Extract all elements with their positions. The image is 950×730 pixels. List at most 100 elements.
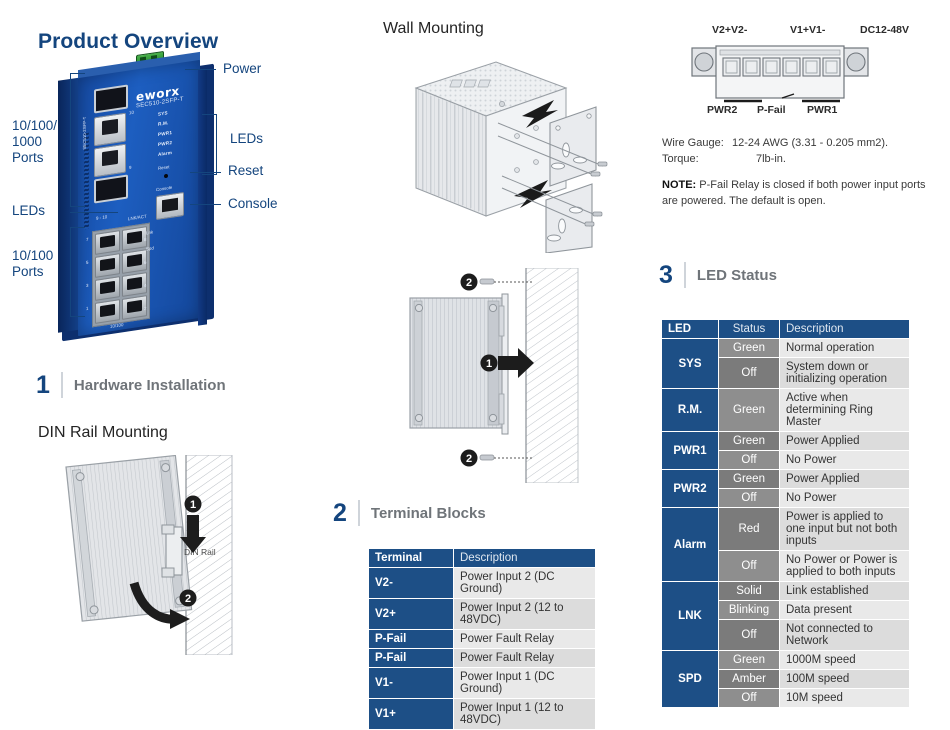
terminal-name-cell: V1- xyxy=(368,667,454,699)
description-col-header: Description xyxy=(453,548,596,568)
terminal-label-pwr2: PWR2 xyxy=(707,104,738,116)
table-header-row: Terminal Description xyxy=(368,548,596,568)
led-status-cell: Green xyxy=(718,650,780,670)
svg-text:DIN Rail: DIN Rail xyxy=(184,547,216,557)
svg-text:1: 1 xyxy=(486,358,492,370)
terminal-label-v2: V2+V2- xyxy=(712,24,748,36)
sfp-port-number-9: 9 xyxy=(129,164,132,171)
table-row: PWR2 Green Power Applied xyxy=(661,469,910,508)
datasheet-page: Product Overview SEC510-2SFP-T eworx SEC… xyxy=(0,0,950,730)
console-port xyxy=(156,191,184,221)
sfp-port-9 xyxy=(94,174,128,204)
wall-mounting-heading: Wall Mounting xyxy=(383,20,484,37)
led-description-cell: 10M speed xyxy=(779,688,910,708)
svg-text:1: 1 xyxy=(190,499,196,511)
callout-gigabit-ports: 10/100/ 1000 Ports xyxy=(12,118,58,165)
section-3-number: 3 xyxy=(659,260,673,289)
terminal-description-cell: Power Input 1 (12 to 48VDC) xyxy=(453,698,596,730)
section-led-status: 3 LED Status xyxy=(659,262,777,288)
device-lnk-label: Lnk xyxy=(146,229,154,236)
fe-port-7 xyxy=(95,230,120,255)
led-status-cell: Amber xyxy=(718,669,780,689)
section-divider xyxy=(60,372,63,398)
table-row: Alarm Red Power is applied to one input bu… xyxy=(661,507,910,582)
sfp-port-10 xyxy=(94,84,128,114)
led-name-cell: PWR1 xyxy=(661,431,719,470)
terminal-description-cell: Power Input 2 (12 to 48VDC) xyxy=(453,598,596,630)
bracket-fast-ethernet-ports xyxy=(70,227,85,317)
section-hardware-installation: 1 Hardware Installation xyxy=(36,372,226,398)
fe-port-3 xyxy=(95,276,120,301)
led-description-cell: 1000M speed xyxy=(779,650,910,670)
led-description-cell: Power is applied to one input but not bo… xyxy=(779,507,910,551)
terminal-col-header: Terminal xyxy=(368,548,454,568)
led-description-cell: System down or initializing operation xyxy=(779,357,910,389)
led-description-cell: No Power xyxy=(779,488,910,508)
fe-port-number-1: 1 xyxy=(86,305,89,312)
wire-gauge-value: 12-24 AWG (3.31 - 0.205 mm2). xyxy=(732,137,889,149)
callout-power: Power xyxy=(223,61,262,76)
svg-text:2: 2 xyxy=(185,593,191,605)
leader-reset xyxy=(190,172,221,173)
fe-port-number-6: 6 xyxy=(144,259,147,266)
callout-reset: Reset xyxy=(228,163,264,178)
terminal-name-cell: V1+ xyxy=(368,698,454,730)
callout-console: Console xyxy=(228,196,278,211)
led-status-cell: Off xyxy=(718,488,780,508)
fe-port-5 xyxy=(95,253,120,278)
section-3-label: LED Status xyxy=(696,266,777,284)
led-status-cell: Off xyxy=(718,688,780,708)
terminal-name-cell: V2+ xyxy=(368,598,454,630)
wall-mounting-side-illustration: 1 2 2 xyxy=(400,268,595,483)
callout-leds-left: LEDs xyxy=(12,203,46,218)
terminal-note: NOTE: P-Fail Relay is closed if both pow… xyxy=(662,178,930,210)
leader-leds-left xyxy=(70,212,118,213)
terminal-name-cell: P-Fail xyxy=(368,629,454,649)
led-description-cell: Not connected to Network xyxy=(779,619,910,651)
din-rail-heading: DIN Rail Mounting xyxy=(38,424,168,441)
note-prefix: NOTE: xyxy=(662,179,697,191)
led-description-cell: Active when determining Ring Master xyxy=(779,388,910,432)
table-row: V1- Power Input 1 (DC Ground) xyxy=(368,667,596,699)
callout-fast-ethernet-ports: 10/100 Ports xyxy=(12,248,54,279)
led-name-cell: SPD xyxy=(661,650,719,708)
terminal-block-diagram xyxy=(690,44,870,106)
gigabit-port-10 xyxy=(94,112,126,147)
fe-port-number-3: 3 xyxy=(86,282,89,289)
led-description-col-header: Description xyxy=(779,319,910,339)
gigabit-port-9 xyxy=(94,143,126,178)
led-name-cell: R.M. xyxy=(661,388,719,432)
led-status-cell: Green xyxy=(718,388,780,432)
callout-leds-right: LEDs xyxy=(230,131,264,146)
table-row: SPD Green 1000M speed xyxy=(661,650,910,708)
led-description-cell: No Power or Power is applied to both inp… xyxy=(779,550,910,582)
terminal-description-cell: Power Input 1 (DC Ground) xyxy=(453,667,596,699)
led-description-cell: Data present xyxy=(779,600,910,620)
table-row: PWR1 Green Power Applied xyxy=(661,431,910,470)
table-row: SYS Green Normal operation xyxy=(661,338,910,389)
led-status-cell: Off xyxy=(718,550,780,582)
table-row: P-Fail Power Fault Relay xyxy=(368,629,596,649)
terminal-label-voltage: DC12-48V xyxy=(860,24,910,36)
page-title: Product Overview xyxy=(38,30,219,53)
led-description-cell: 100M speed xyxy=(779,669,910,689)
section-2-number: 2 xyxy=(333,498,347,527)
wire-specs: Wire Gauge: 12-24 AWG (3.31 - 0.205 mm2)… xyxy=(662,136,932,168)
table-row: P-Fail Power Fault Relay xyxy=(368,648,596,668)
terminal-description-cell: Power Input 2 (DC Ground) xyxy=(453,567,596,599)
fe-port-number-8: 8 xyxy=(144,236,147,243)
terminal-label-pfail: P-Fail xyxy=(757,104,786,116)
section-divider xyxy=(357,500,360,526)
led-name-cell: Alarm xyxy=(661,507,719,582)
terminal-name-cell: V2- xyxy=(368,567,454,599)
table-row: V2- Power Input 2 (DC Ground) xyxy=(368,567,596,599)
led-status-cell: Green xyxy=(718,338,780,358)
svg-text:2: 2 xyxy=(466,453,472,465)
led-name-cell: LNK xyxy=(661,581,719,651)
terminal-blocks-table: Terminal Description V2- Power Input 2 (D… xyxy=(368,548,596,730)
section-2-label: Terminal Blocks xyxy=(370,504,486,522)
fe-port-number-5: 5 xyxy=(86,259,89,266)
led-description-cell: Normal operation xyxy=(779,338,910,358)
terminal-name-cell: P-Fail xyxy=(368,648,454,668)
table-header-row: LED Status Description xyxy=(661,319,910,339)
